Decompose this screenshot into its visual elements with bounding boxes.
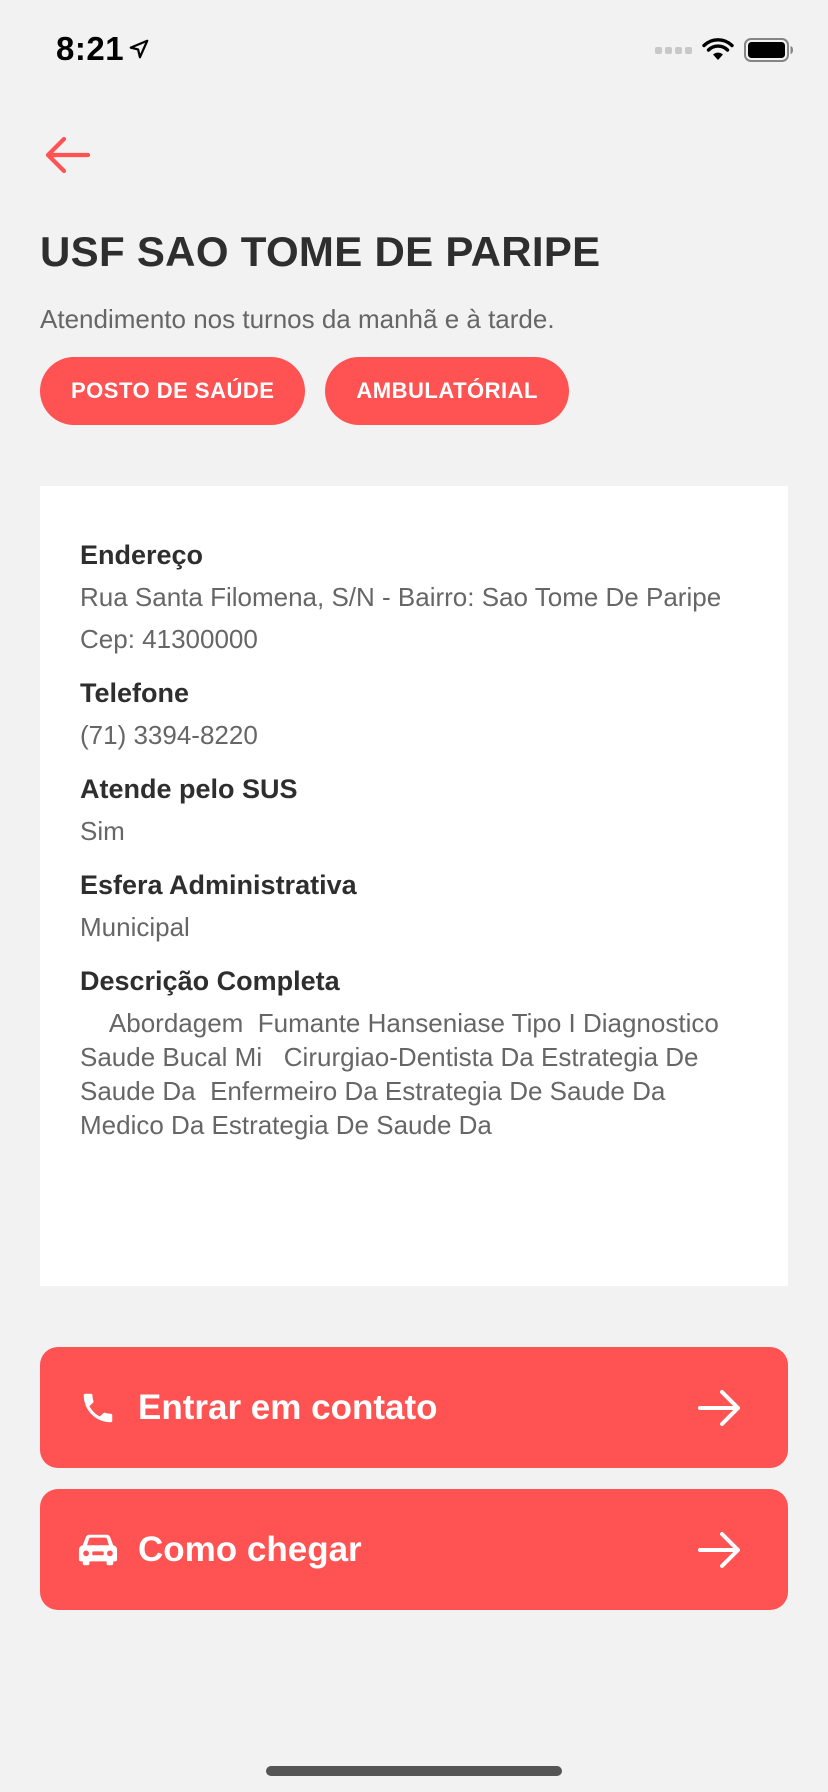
phone-section: Telefone (71) 3394-8220 bbox=[80, 676, 748, 752]
address-value: Rua Santa Filomena, S/N - Bairro: Sao To… bbox=[80, 582, 722, 612]
arrow-right-icon bbox=[698, 1389, 740, 1426]
directions-button[interactable]: Como chegar bbox=[40, 1489, 788, 1610]
address-label: Endereço bbox=[80, 540, 204, 570]
directions-label: Como chegar bbox=[138, 1529, 362, 1569]
address-section: Endereço Rua Santa Filomena, S/N - Bairr… bbox=[80, 538, 748, 656]
status-icons bbox=[655, 36, 794, 64]
tag-posto-de-saude[interactable]: POSTO DE SAÚDE bbox=[40, 357, 306, 425]
cep-value: Cep: 41300000 bbox=[80, 624, 258, 654]
sphere-section: Esfera Administrativa Municipal bbox=[80, 868, 748, 944]
home-indicator[interactable] bbox=[266, 1766, 562, 1776]
sphere-value: Municipal bbox=[80, 912, 190, 942]
description-section: Descrição Completa Abordagem Fumante Han… bbox=[80, 964, 748, 1142]
tag-ambulatorial[interactable]: AMBULATÓRIAL bbox=[325, 357, 569, 425]
battery-icon bbox=[744, 38, 793, 62]
description-value: Abordagem Fumante Hanseniase Tipo I Diag… bbox=[80, 1008, 734, 1140]
sus-value: Sim bbox=[80, 816, 125, 846]
arrow-left-icon bbox=[45, 136, 91, 174]
sphere-label: Esfera Administrativa bbox=[80, 870, 357, 900]
contact-label: Entrar em contato bbox=[138, 1387, 438, 1427]
car-icon bbox=[78, 1530, 118, 1570]
back-button[interactable] bbox=[40, 130, 96, 180]
location-arrow-icon bbox=[129, 39, 149, 59]
sus-section: Atende pelo SUS Sim bbox=[80, 772, 748, 848]
details-card: Endereço Rua Santa Filomena, S/N - Bairr… bbox=[40, 486, 788, 1286]
contact-button[interactable]: Entrar em contato bbox=[40, 1347, 788, 1468]
arrow-right-icon bbox=[698, 1531, 740, 1568]
phone-icon bbox=[78, 1388, 118, 1428]
status-bar: 8:21 bbox=[0, 0, 828, 100]
phone-label: Telefone bbox=[80, 678, 190, 708]
wifi-icon bbox=[702, 38, 734, 60]
page-subtitle: Atendimento nos turnos da manhã e à tard… bbox=[40, 304, 555, 334]
description-label: Descrição Completa bbox=[80, 966, 340, 996]
category-tags: POSTO DE SAÚDE AMBULATÓRIAL bbox=[40, 357, 569, 425]
phone-value: (71) 3394-8220 bbox=[80, 720, 258, 750]
signal-icon bbox=[655, 46, 692, 54]
sus-label: Atende pelo SUS bbox=[80, 774, 298, 804]
status-time: 8:21 bbox=[56, 30, 125, 67]
page-title: USF SAO TOME DE PARIPE bbox=[40, 228, 601, 275]
